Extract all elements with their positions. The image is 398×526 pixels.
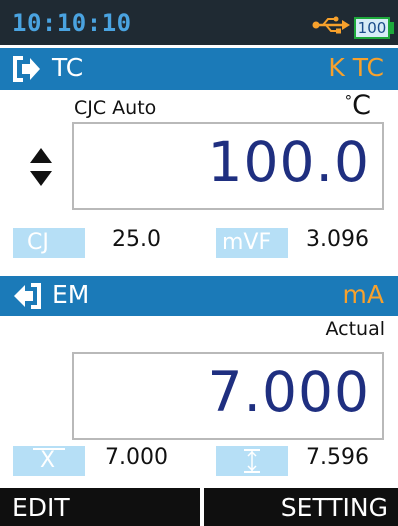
setting-softkey[interactable]: SETTING <box>204 488 398 526</box>
cj-value: 25.0 <box>112 227 161 252</box>
mean-label: X <box>40 448 56 473</box>
up-down-icon[interactable] <box>30 148 52 186</box>
measure-section-bar[interactable]: EM mA <box>0 276 398 316</box>
usb-icon <box>312 16 350 34</box>
mvf-value: 3.096 <box>306 227 369 252</box>
mean-value: 7.000 <box>105 445 168 470</box>
mean-chip: X <box>13 446 85 476</box>
edit-softkey[interactable]: EDIT <box>0 488 200 526</box>
cjc-mode-label: CJC Auto <box>74 97 157 119</box>
status-bar: 10:10:10 100 <box>0 0 398 45</box>
source-section-bar[interactable]: TC K TC <box>0 48 398 90</box>
cj-label: CJ <box>13 228 85 258</box>
source-unit-text: C <box>352 90 371 121</box>
source-type-label[interactable]: K TC <box>328 53 384 82</box>
battery-tip <box>389 22 394 34</box>
measure-status: Actual <box>325 318 385 340</box>
clock: 10:10:10 <box>12 9 132 37</box>
input-arrow-icon <box>14 283 41 309</box>
calibrator-screen: 10:10:10 100 TC K TC CJC Auto °C 100.0 C… <box>0 0 398 526</box>
battery-indicator: 100 <box>354 17 390 39</box>
source-value-box[interactable]: 100.0 <box>72 122 384 210</box>
source-unit: °C <box>344 90 371 121</box>
measure-unit-label[interactable]: mA <box>343 280 384 309</box>
source-mode-label: TC <box>52 53 84 82</box>
output-arrow-icon <box>13 56 40 82</box>
measure-value-box[interactable]: 7.000 <box>72 352 384 440</box>
range-value: 7.596 <box>306 445 369 470</box>
softkey-bar: EDIT SETTING <box>0 488 398 526</box>
mvf-label: mVF <box>216 228 288 258</box>
source-value: 100.0 <box>207 130 370 194</box>
range-icon <box>244 449 260 473</box>
measure-mode-label: EM <box>52 280 90 309</box>
range-chip <box>216 446 288 476</box>
measure-value: 7.000 <box>207 360 370 424</box>
